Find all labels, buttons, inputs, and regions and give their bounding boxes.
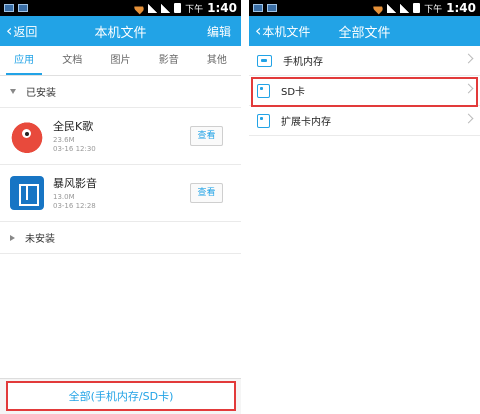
- category-tabs: 应用 文档 图片 影音 其他: [0, 46, 241, 76]
- karaoke-app-icon: [10, 119, 44, 153]
- tab-apps[interactable]: 应用: [0, 46, 48, 75]
- status-bar: 下午 1:40: [0, 0, 241, 16]
- app-size: 23.6M: [53, 136, 75, 144]
- back-label: 本机文件: [262, 24, 311, 39]
- tab-images[interactable]: 图片: [96, 46, 144, 75]
- screen-divider: [241, 0, 249, 414]
- right-screen: 下午 1:40 ‹ 本机文件 全部文件 手机内存 SD卡 扩展卡内存: [249, 0, 480, 414]
- wifi-icon: [371, 1, 385, 15]
- sd-card-icon: [257, 83, 270, 98]
- app-name: 全民K歌: [53, 120, 94, 133]
- chevron-left-icon: ‹: [6, 21, 13, 40]
- phone-memory-icon: [257, 54, 272, 67]
- time-period: 下午: [185, 4, 204, 15]
- tab-documents[interactable]: 文档: [48, 46, 96, 75]
- back-button[interactable]: ‹ 返回: [0, 23, 37, 40]
- signal-icon: [148, 3, 158, 13]
- gallery-icon: [4, 4, 14, 12]
- list-item[interactable]: 暴风影音 13.0M 03-16 12:28 查看: [0, 165, 241, 222]
- wifi-icon: [132, 1, 146, 15]
- status-bar: 下午 1:40: [249, 0, 480, 16]
- expand-down-icon: [10, 89, 16, 94]
- list-item-phone-memory[interactable]: 手机内存: [249, 46, 480, 76]
- signal-icon: [387, 3, 397, 13]
- view-button[interactable]: 查看: [190, 183, 223, 203]
- list-item-label: SD卡: [281, 87, 306, 98]
- notification-image-icon: [267, 4, 277, 12]
- edit-button[interactable]: 编辑: [207, 23, 241, 40]
- title-bar: ‹ 本机文件 全部文件: [249, 16, 480, 46]
- left-screen: 下午 1:40 ‹ 返回 本机文件 编辑 应用 文档 图片 影音 其他 已安装 …: [0, 0, 241, 414]
- chevron-right-icon: [463, 83, 474, 94]
- title-bar: ‹ 返回 本机文件 编辑: [0, 16, 241, 46]
- all-files-button[interactable]: 全部(手机内存/SD卡): [6, 381, 236, 411]
- signal-icon-2: [400, 3, 410, 13]
- list-item-sd-card[interactable]: SD卡: [249, 76, 480, 106]
- installed-section-header[interactable]: 已安装: [0, 76, 241, 108]
- time-period: 下午: [424, 4, 443, 15]
- bottom-bar: 全部(手机内存/SD卡): [0, 378, 241, 414]
- app-name: 暴风影音: [53, 177, 97, 190]
- list-item-extended-card[interactable]: 扩展卡内存: [249, 106, 480, 136]
- not-installed-section-label: 未安装: [25, 234, 55, 245]
- not-installed-section-header[interactable]: 未安装: [0, 222, 241, 254]
- app-date: 03-16 12:28: [53, 202, 96, 210]
- battery-icon: [174, 3, 182, 13]
- status-time: 1:40: [207, 1, 237, 15]
- active-tab-indicator: [6, 73, 42, 75]
- gallery-icon: [253, 4, 263, 12]
- video-player-app-icon: [10, 176, 44, 210]
- list-item-label: 扩展卡内存: [281, 117, 331, 128]
- view-button[interactable]: 查看: [190, 126, 223, 146]
- signal-icon-2: [161, 3, 171, 13]
- notification-image-icon: [18, 4, 28, 12]
- expand-right-icon: [10, 234, 15, 241]
- tab-media[interactable]: 影音: [145, 46, 193, 75]
- list-item[interactable]: 全民K歌 23.6M 03-16 12:30 查看: [0, 108, 241, 165]
- chevron-right-icon: [463, 113, 474, 124]
- app-size: 13.0M: [53, 193, 75, 201]
- app-date: 03-16 12:30: [53, 145, 96, 153]
- battery-icon: [413, 3, 421, 13]
- tab-other[interactable]: 其他: [193, 46, 241, 75]
- back-button[interactable]: ‹ 本机文件: [249, 23, 310, 40]
- chevron-left-icon: ‹: [255, 21, 262, 40]
- chevron-right-icon: [463, 53, 474, 64]
- status-time: 1:40: [446, 1, 476, 15]
- installed-section-label: 已安装: [26, 88, 56, 99]
- back-label: 返回: [13, 24, 38, 39]
- extended-card-icon: [257, 113, 270, 128]
- list-item-label: 手机内存: [283, 57, 323, 68]
